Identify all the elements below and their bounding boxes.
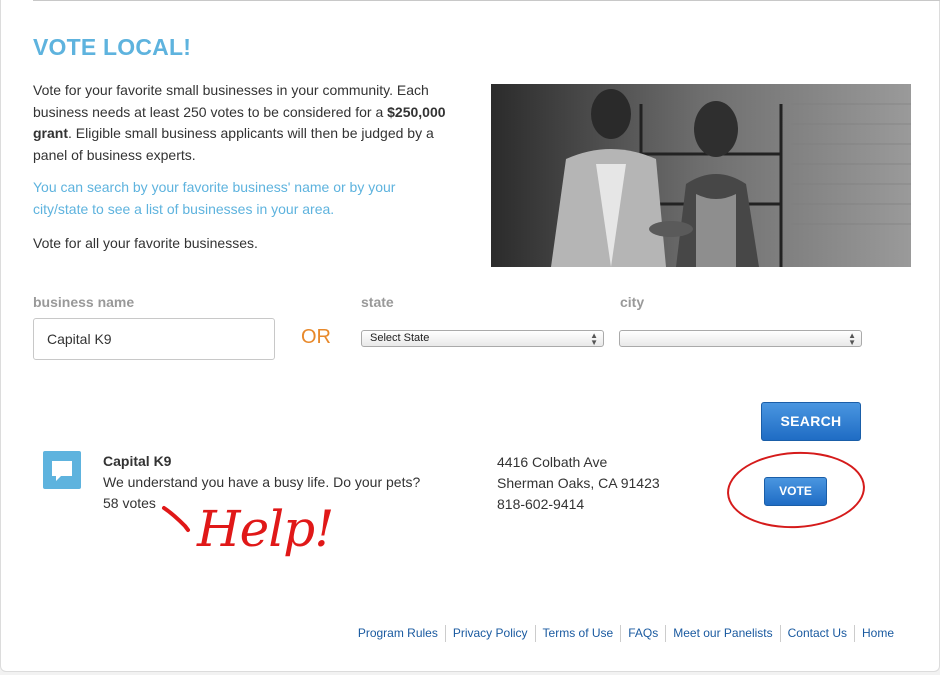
intro-part2: . Eligible small business applicants wil… (33, 125, 434, 163)
intro-text: Vote for your favorite small businesses … (33, 80, 463, 166)
speech-bubble-icon (43, 451, 81, 489)
intro-part1: Vote for your favorite small businesses … (33, 82, 429, 120)
footer-link-faqs[interactable]: FAQs (620, 625, 665, 642)
page: VOTE LOCAL! Vote for your favorite small… (0, 0, 940, 672)
search-hint-text: You can search by your favorite business… (33, 179, 396, 217)
address-line-2: Sherman Oaks, CA 91423 (497, 475, 660, 491)
page-title: VOTE LOCAL! (33, 34, 192, 60)
state-select[interactable]: Select State ▲ ▼ (361, 330, 604, 347)
city-label: city (620, 294, 645, 310)
search-button[interactable]: SEARCH (761, 402, 861, 441)
annotation-circle (725, 448, 867, 532)
vote-count: 58 votes (103, 495, 156, 511)
address-line-1: 4416 Colbath Ave (497, 454, 608, 470)
hero-photo (491, 84, 911, 267)
annotation-help-text: Help! (197, 500, 334, 558)
vote-all-text: Vote for all your favorite businesses. (33, 235, 258, 251)
select-arrows-icon: ▲ ▼ (848, 331, 856, 347)
business-name-label: business name (33, 294, 135, 310)
business-name-input[interactable]: Capital K9 (33, 318, 275, 360)
business-description: We understand you have a busy life. Do y… (103, 474, 421, 490)
business-name[interactable]: Capital K9 (103, 453, 171, 469)
footer-link-program-rules[interactable]: Program Rules (351, 625, 445, 642)
select-arrows-icon: ▲ ▼ (590, 331, 598, 347)
state-select-value: Select State (370, 332, 430, 344)
footer-link-privacy-policy[interactable]: Privacy Policy (444, 625, 535, 642)
city-select[interactable]: ▲ ▼ (619, 330, 862, 347)
state-label: state (361, 294, 394, 310)
hero-photo-illustration (491, 84, 911, 267)
phone-number: 818-602-9414 (497, 496, 585, 512)
or-separator: OR (301, 326, 331, 348)
annotation-arrow-stroke (162, 506, 190, 532)
footer-link-home[interactable]: Home (853, 625, 901, 642)
top-divider (33, 0, 940, 1)
footer-link-terms-of-use[interactable]: Terms of Use (534, 625, 621, 642)
footer-link-contact-us[interactable]: Contact Us (779, 625, 854, 642)
footer-nav: Program Rules Privacy Policy Terms of Us… (351, 625, 901, 642)
footer-link-meet-panelists[interactable]: Meet our Panelists (665, 625, 779, 642)
